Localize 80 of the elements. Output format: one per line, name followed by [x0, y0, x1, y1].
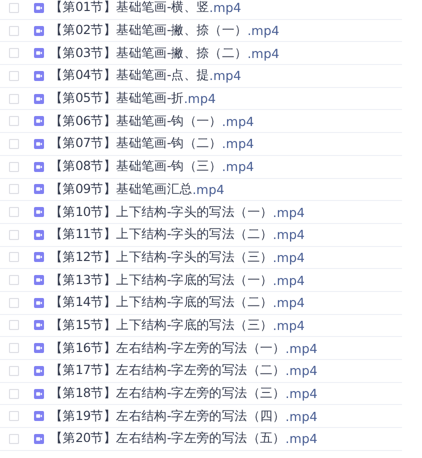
checkbox[interactable] — [9, 298, 19, 308]
file-name[interactable]: 【第14节】上下结构-字底的写法（二） — [50, 294, 273, 312]
video-file-icon — [34, 320, 44, 330]
video-file-icon — [34, 162, 44, 172]
video-file-icon — [34, 252, 44, 262]
video-file-icon — [34, 298, 44, 308]
checkbox[interactable] — [9, 434, 19, 444]
checkbox[interactable] — [9, 2, 19, 13]
checkbox[interactable] — [9, 388, 19, 399]
file-name[interactable]: 【第17节】左右结构-字左旁的写法（二） — [50, 362, 286, 380]
checkbox[interactable] — [9, 320, 19, 330]
file-name[interactable]: 【第12节】上下结构-字头的写法（三） — [50, 248, 273, 266]
file-extension[interactable]: .mp4 — [272, 250, 305, 265]
file-extension[interactable]: .mp4 — [209, 0, 242, 16]
file-name[interactable]: 【第16节】左右结构-字左旁的写法（一） — [50, 340, 286, 357]
file-name[interactable]: 【第10节】上下结构-字头的写法（一） — [50, 204, 273, 221]
checkbox[interactable] — [9, 184, 19, 194]
checkbox[interactable] — [9, 138, 19, 149]
file-name[interactable]: 【第19节】左右结构-字左旁的写法（四） — [50, 408, 286, 425]
video-file-icon — [34, 388, 44, 399]
file-name[interactable]: 【第02节】基础笔画-撇、捺（一） — [50, 22, 248, 40]
checkbox[interactable] — [9, 230, 19, 240]
checkbox[interactable] — [9, 162, 19, 172]
file-name[interactable]: 【第01节】基础笔画-横、竖 — [50, 0, 210, 16]
video-file-icon — [34, 116, 44, 126]
file-extension[interactable]: .mp4 — [285, 363, 318, 378]
video-file-icon — [34, 230, 44, 240]
checkbox[interactable] — [9, 252, 19, 262]
checkbox[interactable] — [9, 48, 19, 58]
file-name[interactable]: 【第09节】基础笔画汇总 — [50, 180, 192, 198]
file-name[interactable]: 【第13节】上下结构-字底的写法（一） — [50, 272, 273, 289]
file-extension[interactable]: .mp4 — [184, 91, 216, 106]
file-name[interactable]: 【第06节】基础笔画-钩（一） — [50, 112, 222, 130]
file-name[interactable]: 【第07节】基础笔画-钩（二） — [50, 135, 222, 152]
file-extension[interactable]: .mp4 — [272, 227, 305, 242]
file-name[interactable]: 【第20节】左右结构-字左旁的写法（五） — [50, 430, 286, 448]
file-name[interactable]: 【第08节】基础笔画-钩（三） — [50, 158, 222, 176]
video-file-icon — [34, 138, 44, 149]
video-file-icon — [34, 70, 44, 81]
video-file-icon — [34, 366, 44, 376]
video-file-icon — [34, 184, 44, 194]
file-extension[interactable]: .mp4 — [222, 136, 254, 152]
file-name[interactable]: 【第18节】左右结构-字左旁的写法（三） — [50, 385, 286, 402]
file-extension[interactable]: .mp4 — [209, 68, 242, 84]
file-extension[interactable]: .mp4 — [222, 159, 254, 174]
file-extension[interactable]: .mp4 — [272, 204, 305, 220]
file-name[interactable]: 【第04节】基础笔画-点、提 — [50, 67, 210, 84]
file-name[interactable]: 【第05节】基础笔画-折 — [50, 90, 184, 108]
file-extension[interactable]: .mp4 — [192, 182, 224, 197]
file-extension[interactable]: .mp4 — [285, 431, 318, 446]
file-extension[interactable]: .mp4 — [222, 114, 254, 129]
video-file-icon — [34, 48, 44, 58]
video-file-icon — [34, 26, 44, 36]
video-file-icon — [34, 434, 44, 444]
file-extension[interactable]: .mp4 — [272, 272, 305, 288]
checkbox[interactable] — [9, 343, 19, 354]
file-extension[interactable]: .mp4 — [285, 408, 318, 424]
file-extension[interactable]: .mp4 — [272, 295, 305, 310]
file-name[interactable]: 【第11节】上下结构-字头的写法（二） — [50, 226, 273, 244]
video-file-icon — [34, 411, 44, 422]
video-file-icon — [34, 275, 44, 286]
file-extension[interactable]: .mp4 — [285, 386, 318, 402]
checkbox[interactable] — [9, 207, 19, 218]
file-extension[interactable]: .mp4 — [285, 340, 318, 356]
checkbox[interactable] — [9, 366, 19, 376]
file-extension[interactable]: .mp4 — [247, 23, 280, 38]
file-extension[interactable]: .mp4 — [247, 46, 280, 61]
file-name[interactable]: 【第15节】上下结构-字底的写法（三） — [50, 316, 273, 334]
checkbox[interactable] — [9, 70, 19, 81]
video-file-icon — [34, 207, 44, 218]
file-name[interactable]: 【第03节】基础笔画-撇、捺（二） — [50, 44, 248, 62]
video-file-icon — [34, 2, 44, 13]
checkbox[interactable] — [9, 26, 19, 36]
checkbox[interactable] — [9, 275, 19, 286]
video-file-icon — [34, 343, 44, 354]
checkbox[interactable] — [9, 116, 19, 126]
checkbox[interactable] — [9, 411, 19, 422]
checkbox[interactable] — [9, 94, 19, 104]
video-file-icon — [34, 94, 44, 104]
file-extension[interactable]: .mp4 — [272, 318, 305, 333]
